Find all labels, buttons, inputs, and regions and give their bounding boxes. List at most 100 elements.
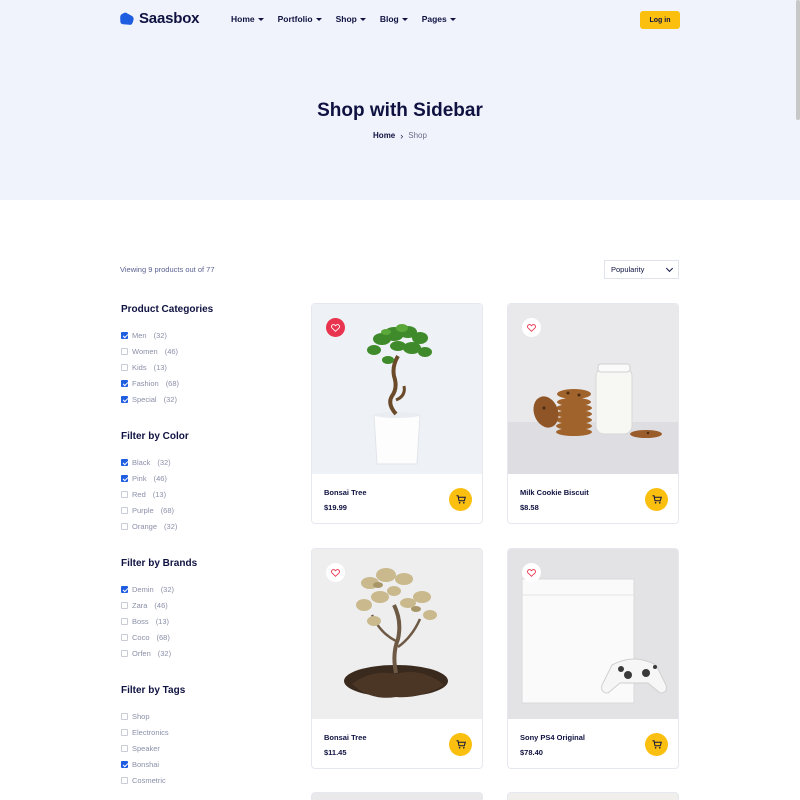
hero-banner: Saasbox Home Portfolio Shop Blog Pages Log i… [0, 0, 800, 200]
menu-item-blog[interactable]: Blog [380, 14, 408, 24]
filter-option[interactable]: Red (13) [121, 486, 281, 502]
filter-option-label: Pink [132, 473, 147, 483]
filter-checkbox[interactable] [121, 379, 128, 387]
filter-option[interactable]: Special (32) [121, 391, 281, 407]
menu-item-pages[interactable]: Pages [422, 14, 456, 24]
product-name[interactable]: Milk Cookie Biscuit [520, 488, 589, 497]
filter-option-label: Electronics [132, 727, 169, 737]
filter-option-label: Men [132, 330, 147, 340]
page-scrollbar[interactable] [796, 0, 800, 120]
filter-option-count: (68) [156, 632, 170, 642]
filter-checkbox[interactable] [121, 347, 128, 355]
filter-option[interactable]: Black (32) [121, 454, 281, 470]
filter-option[interactable]: Orange (32) [121, 518, 281, 534]
filter-checkbox[interactable] [121, 490, 128, 498]
product-card[interactable]: Bonsai Tree $19.99 [311, 303, 483, 524]
filter-option[interactable]: Men (32) [121, 327, 281, 343]
product-card[interactable]: Sony PS4 Original $78.40 [507, 548, 679, 769]
filter-option[interactable]: Boss (13) [121, 613, 281, 629]
product-card[interactable]: Milk Cookie Biscuit $8.58 [507, 303, 679, 524]
favorite-button[interactable] [522, 318, 541, 337]
filter-checkbox[interactable] [121, 776, 128, 784]
filter-option[interactable]: Cosmetric [121, 772, 281, 788]
filter-checkbox[interactable] [121, 331, 128, 339]
filter-option-label: Red [132, 489, 146, 499]
filter-option[interactable]: Pink (46) [121, 470, 281, 486]
filter-option-label: Demin [132, 584, 154, 594]
filter-group: Filter by Tags Shop Electronics Speaker Bons… [121, 685, 281, 788]
product-name[interactable]: Bonsai Tree [324, 488, 367, 497]
caret-down-icon [449, 17, 456, 21]
menu-item-label: Home [231, 14, 255, 24]
filter-option-label: Speaker [132, 743, 160, 753]
filter-checkbox[interactable] [121, 395, 128, 403]
filter-option-count: (68) [165, 378, 180, 388]
product-name[interactable]: Sony PS4 Original [520, 733, 585, 742]
filter-option[interactable]: Kids (13) [121, 359, 281, 375]
filter-checkbox[interactable] [121, 712, 128, 720]
filter-option[interactable]: Electronics [121, 724, 281, 740]
menu-item-portfolio[interactable]: Portfolio [278, 14, 322, 24]
filter-option[interactable]: Purple (68) [121, 502, 281, 518]
add-to-cart-button[interactable] [645, 488, 668, 511]
filter-checkbox[interactable] [121, 585, 128, 593]
filter-checkbox[interactable] [121, 744, 128, 752]
menu-item-label: Portfolio [277, 14, 313, 24]
favorite-button[interactable] [326, 318, 345, 337]
filter-checkbox[interactable] [121, 506, 128, 514]
product-card-peek [507, 792, 679, 800]
filter-checkbox[interactable] [121, 522, 128, 530]
filter-option-count: (32) [163, 394, 177, 404]
filter-option[interactable]: Bonshai [121, 756, 281, 772]
breadcrumb-current: Shop [408, 131, 427, 140]
filter-checkbox[interactable] [121, 728, 128, 736]
add-to-cart-button[interactable] [449, 733, 472, 756]
filter-option[interactable]: Shop [121, 708, 281, 724]
top-navigation: Saasbox Home Portfolio Shop Blog Pages Log i… [120, 8, 680, 32]
filter-option-count: (32) [164, 521, 178, 531]
filter-checkbox[interactable] [121, 601, 128, 609]
product-name[interactable]: Bonsai Tree [324, 733, 367, 742]
filter-option[interactable]: Coco (68) [121, 629, 281, 645]
filter-option-label: Purple [132, 505, 154, 515]
add-to-cart-button[interactable] [449, 488, 472, 511]
breadcrumb-home-link[interactable]: Home [373, 131, 395, 140]
filter-option[interactable]: Orfen (32) [121, 645, 281, 661]
filter-checkbox[interactable] [121, 474, 128, 482]
filter-title: Filter by Brands [121, 558, 198, 569]
menu-item-label: Shop [335, 14, 357, 24]
results-count: Viewing 9 products out of 77 [120, 265, 215, 274]
filter-option-count: (13) [153, 362, 167, 372]
filter-checkbox[interactable] [121, 760, 128, 768]
favorite-button[interactable] [522, 563, 541, 582]
shopping-cart-icon [652, 491, 662, 509]
heart-icon [527, 564, 536, 582]
filter-checkbox[interactable] [121, 633, 128, 641]
menu-item-shop[interactable]: Shop [336, 14, 366, 24]
product-card[interactable]: Bonsai Tree $11.45 [311, 548, 483, 769]
filter-option[interactable]: Zara (46) [121, 597, 281, 613]
filter-checkbox[interactable] [121, 649, 128, 657]
menu-item-home[interactable]: Home [231, 14, 264, 24]
heart-icon [331, 319, 340, 337]
product-price: $8.58 [520, 503, 539, 512]
filter-option-label: Fashion [132, 378, 159, 388]
filter-option-count: (68) [160, 505, 175, 515]
favorite-button[interactable] [326, 563, 345, 582]
filter-option-label: Black [132, 457, 151, 467]
filter-option[interactable]: Speaker [121, 740, 281, 756]
login-button[interactable]: Log in [640, 11, 680, 29]
filter-option[interactable]: Fashion (68) [121, 375, 281, 391]
filter-option[interactable]: Demin (32) [121, 581, 281, 597]
filter-option-count: (32) [157, 648, 172, 658]
filter-option[interactable]: Women (46) [121, 343, 281, 359]
heart-icon [527, 319, 536, 337]
filter-checkbox[interactable] [121, 617, 128, 625]
filter-checkbox[interactable] [121, 458, 128, 466]
caret-down-icon [359, 17, 366, 21]
filter-group: Filter by Brands Demin (32) Zara (46) Boss (13… [121, 558, 281, 661]
filter-checkbox[interactable] [121, 363, 128, 371]
add-to-cart-button[interactable] [645, 733, 668, 756]
sort-select[interactable]: Popularity [604, 260, 679, 279]
logo[interactable]: Saasbox [120, 10, 200, 27]
